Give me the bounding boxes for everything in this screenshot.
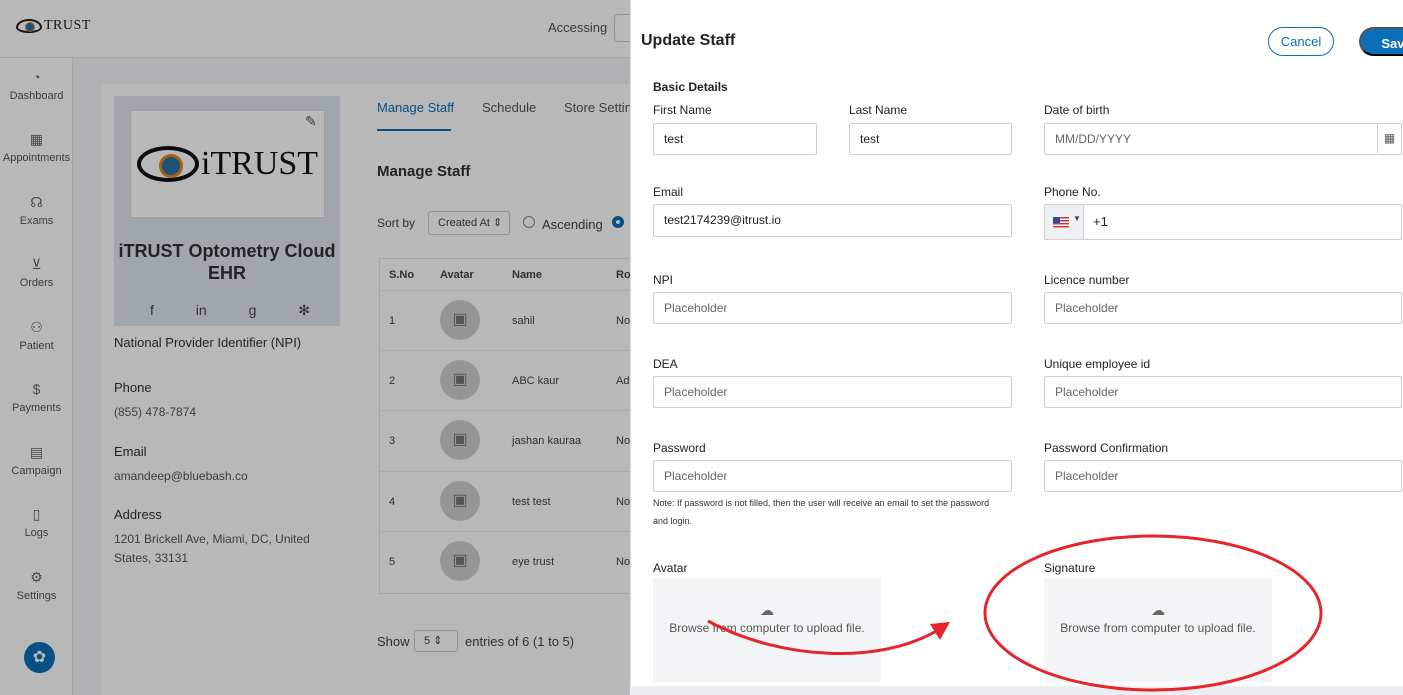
password-field[interactable]: Placeholder [653,460,1012,492]
licence-field[interactable]: Placeholder [1044,292,1402,324]
first-name-label: First Name [653,103,712,117]
first-name-field[interactable]: test [653,123,817,155]
npi-label: NPI [653,273,674,287]
upload-text: Browse from computer to upload file. [669,621,865,635]
us-flag-icon [1053,217,1069,228]
signature-label: Signature [1044,561,1096,575]
email-label: Email [653,185,684,199]
password-label: Password [653,441,706,455]
section-title: Basic Details [653,80,728,94]
employee-id-field[interactable]: Placeholder [1044,376,1402,408]
drawer-footer [630,686,1403,695]
calendar-icon[interactable]: ▦ [1377,123,1401,153]
cloud-upload-icon: ☁ [760,602,774,618]
password-confirm-field[interactable]: Placeholder [1044,460,1402,492]
npi-field[interactable]: Placeholder [653,292,1012,324]
licence-label: Licence number [1044,273,1130,287]
cloud-upload-icon: ☁ [1151,602,1165,618]
dea-label: DEA [653,357,678,371]
avatar-label: Avatar [653,561,688,575]
phone-label: Phone No. [1044,185,1101,199]
email-field[interactable]: test2174239@itrust.io [653,204,1012,237]
signature-upload-dropzone[interactable]: ☁ Browse from computer to upload file. [1044,578,1272,682]
drawer-title: Update Staff [641,32,736,49]
phone-code: +1 [1093,214,1108,229]
save-button[interactable]: Save [1359,27,1403,56]
employee-id-label: Unique employee id [1044,357,1151,371]
modal-backdrop[interactable] [0,0,630,695]
dob-label: Date of birth [1044,103,1110,117]
upload-text: Browse from computer to upload file. [1060,621,1256,635]
last-name-field[interactable]: test [849,123,1012,155]
avatar-upload-dropzone[interactable]: ☁ Browse from computer to upload file. [653,578,881,682]
dob-field[interactable]: MM/DD/YYYY [1044,123,1402,155]
password-confirm-label: Password Confirmation [1044,441,1169,455]
caret-down-icon: ▼ [1073,214,1081,223]
password-note: Note: If password is not filled, then th… [653,498,990,526]
cancel-button[interactable]: Cancel [1268,27,1334,56]
dea-field[interactable]: Placeholder [653,376,1012,408]
last-name-label: Last Name [849,103,908,117]
